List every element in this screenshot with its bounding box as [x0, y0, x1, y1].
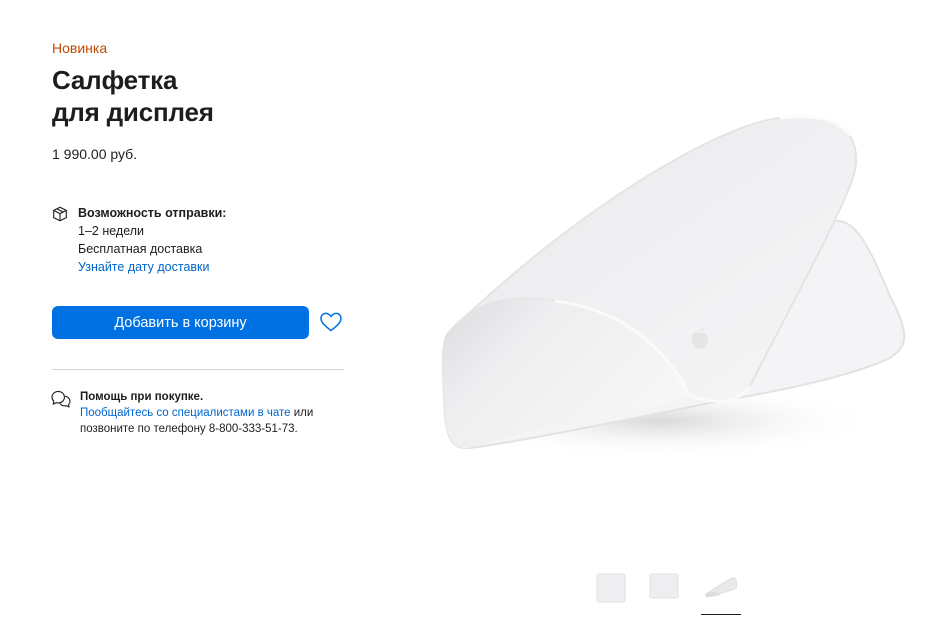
help-or-text: или: [290, 407, 314, 419]
chat-specialist-link[interactable]: Пообщайтесь со специалистами в чате: [80, 407, 291, 419]
product-info-panel: Новинка Салфетка для дисплея 1 990.00 ру…: [51, 38, 352, 435]
shipping-delivery: Бесплатная доставка: [78, 242, 203, 256]
favorite-button[interactable]: [318, 309, 344, 335]
box-icon: [52, 206, 68, 222]
shipping-text: Возможность отправки: 1–2 недели Бесплат…: [78, 204, 352, 276]
new-badge: Новинка: [52, 40, 108, 56]
gallery-thumbnails: [594, 570, 754, 620]
chat-bubbles-icon: [50, 389, 72, 409]
shipping-info: Возможность отправки: 1–2 недели Бесплат…: [52, 204, 352, 276]
product-price: 1 990.00 руб.: [52, 146, 138, 162]
thumbnail-folded[interactable]: [704, 570, 738, 604]
product-page: Новинка Салфетка для дисплея 1 990.00 ру…: [0, 0, 945, 640]
help-phone-line: позвоните по телефону 8-800-333-51-73.: [80, 423, 298, 435]
thumbnail-flat[interactable]: [594, 570, 628, 604]
add-to-bag-button[interactable]: Добавить в корзину: [52, 306, 309, 339]
product-title: Салфетка для дисплея: [52, 64, 352, 128]
shipping-heading: Возможность отправки:: [78, 206, 227, 220]
product-hero-image: [420, 96, 920, 476]
product-title-line-1: Салфетка: [52, 65, 178, 95]
help-text: Помощь при покупке. Пообщайтесь со специ…: [80, 389, 352, 437]
help-chat-line: Пообщайтесь со специалистами в чате или: [80, 405, 352, 421]
help-heading: Помощь при покупке.: [80, 391, 204, 403]
delivery-date-link[interactable]: Узнайте дату доставки: [78, 258, 352, 276]
product-title-line-2: для дисплея: [52, 97, 214, 127]
thumbnail-flat-angle[interactable]: [647, 570, 681, 604]
heart-icon: [318, 312, 344, 338]
shipping-time: 1–2 недели: [78, 224, 145, 238]
selected-thumbnail-indicator: [701, 614, 741, 615]
purchase-actions: Добавить в корзину: [52, 306, 352, 340]
purchase-help: Помощь при покупке. Пообщайтесь со специ…: [50, 389, 352, 437]
section-divider: [52, 369, 344, 370]
